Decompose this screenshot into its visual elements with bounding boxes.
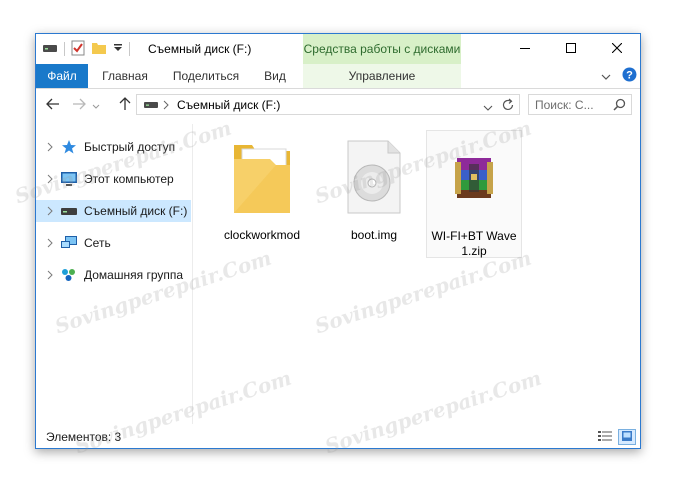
details-view-button[interactable] <box>596 429 614 445</box>
chevron-down-icon <box>601 69 611 83</box>
explorer-window: Съемный диск (F:) Средства работы с диск… <box>35 33 641 449</box>
drive-icon <box>143 99 159 114</box>
qat-dropdown-icon[interactable] <box>113 42 123 56</box>
title-bar: Съемный диск (F:) Средства работы с диск… <box>36 34 640 64</box>
help-icon: ? <box>622 67 637 85</box>
address-dropdown-button[interactable] <box>483 100 493 114</box>
navigation-pane: Быстрый доступ Этот компьютер Съемный ди… <box>36 124 193 424</box>
refresh-icon[interactable] <box>501 98 515 115</box>
search-input[interactable]: Поиск: С... <box>528 94 632 115</box>
nav-item-network[interactable]: Сеть <box>36 232 191 254</box>
details-view-icon <box>598 430 612 445</box>
qat-separator <box>129 42 130 56</box>
close-button[interactable] <box>594 34 640 64</box>
disc-image-icon <box>326 134 422 220</box>
tab-view[interactable]: Вид <box>254 64 296 88</box>
breadcrumb-chevron-icon[interactable] <box>163 99 169 113</box>
nav-item-quick-access[interactable]: Быстрый доступ <box>36 136 191 158</box>
nav-item-removable-disk[interactable]: Съемный диск (F:) <box>36 200 191 222</box>
quick-access-toolbar <box>42 40 130 58</box>
back-button[interactable] <box>44 96 62 114</box>
expand-ribbon-button[interactable] <box>598 64 614 88</box>
homegroup-icon <box>60 267 78 283</box>
forward-button[interactable] <box>70 96 88 114</box>
file-view: clockworkmod boot.img WI-FI+BT Wave 1.zi… <box>194 124 640 424</box>
file-name: boot.img <box>350 228 398 242</box>
chevron-right-icon[interactable] <box>42 270 58 280</box>
drive-icon[interactable] <box>42 42 58 57</box>
maximize-button[interactable] <box>548 34 594 64</box>
nav-item-label: Домашняя группа <box>84 268 184 282</box>
nav-item-label: Сеть <box>84 236 111 250</box>
nav-item-homegroup[interactable]: Домашняя группа <box>36 264 191 286</box>
winrar-archive-icon <box>427 135 521 221</box>
file-name: clockworkmod <box>223 228 301 242</box>
tab-share[interactable]: Поделиться <box>164 64 248 88</box>
maximize-icon <box>566 42 576 56</box>
search-icon[interactable] <box>613 98 626 114</box>
ribbon-tabs: Файл Главная Поделиться Вид Управление ? <box>36 64 640 89</box>
search-placeholder: Поиск: С... <box>535 98 594 112</box>
tab-file[interactable]: Файл <box>36 64 88 88</box>
item-count: Элементов: 3 <box>46 430 122 444</box>
chevron-right-icon[interactable] <box>42 206 58 216</box>
address-bar[interactable]: Съемный диск (F:) <box>136 94 520 115</box>
folder-icon <box>214 134 310 220</box>
minimize-button[interactable] <box>502 34 548 64</box>
chevron-right-icon[interactable] <box>42 142 58 152</box>
nav-item-this-pc[interactable]: Этот компьютер <box>36 168 191 190</box>
chevron-right-icon[interactable] <box>42 238 58 248</box>
tab-home[interactable]: Главная <box>94 64 156 88</box>
navigation-bar: Съемный диск (F:) Поиск: С... <box>36 89 640 121</box>
network-icon <box>60 235 78 251</box>
window-title: Съемный диск (F:) <box>148 42 252 56</box>
up-button[interactable] <box>116 96 134 114</box>
close-icon <box>611 42 623 56</box>
nav-item-label: Этот компьютер <box>84 172 174 186</box>
file-item-folder[interactable]: clockworkmod <box>214 130 310 258</box>
arrow-left-icon <box>46 98 60 113</box>
help-button[interactable]: ? <box>621 64 637 88</box>
recent-locations-button[interactable] <box>90 96 102 114</box>
drive-icon <box>60 203 78 219</box>
breadcrumb[interactable]: Съемный диск (F:) <box>177 98 280 112</box>
large-icons-view-button[interactable] <box>618 429 636 445</box>
context-group-label: Средства работы с дисками <box>303 34 461 64</box>
nav-item-label: Съемный диск (F:) <box>84 204 188 218</box>
chevron-right-icon[interactable] <box>42 174 58 184</box>
arrow-up-icon <box>119 96 131 114</box>
chevron-down-icon <box>92 98 100 112</box>
star-icon <box>60 139 78 155</box>
large-icons-view-icon <box>621 430 633 445</box>
file-item-image[interactable]: boot.img <box>326 130 422 258</box>
properties-icon[interactable] <box>71 40 85 59</box>
status-bar: Элементов: 3 <box>36 426 640 448</box>
file-name: WI-FI+BT Wave 1.zip <box>431 229 517 258</box>
minimize-icon <box>520 42 530 56</box>
computer-icon <box>60 171 78 187</box>
tab-manage[interactable]: Управление <box>303 64 461 88</box>
file-item-archive[interactable]: WI-FI+BT Wave 1.zip <box>426 130 522 258</box>
qat-separator <box>64 42 65 56</box>
nav-item-label: Быстрый доступ <box>84 140 176 154</box>
svg-text:?: ? <box>626 70 633 82</box>
arrow-right-icon <box>72 98 86 113</box>
new-folder-icon[interactable] <box>91 41 107 58</box>
